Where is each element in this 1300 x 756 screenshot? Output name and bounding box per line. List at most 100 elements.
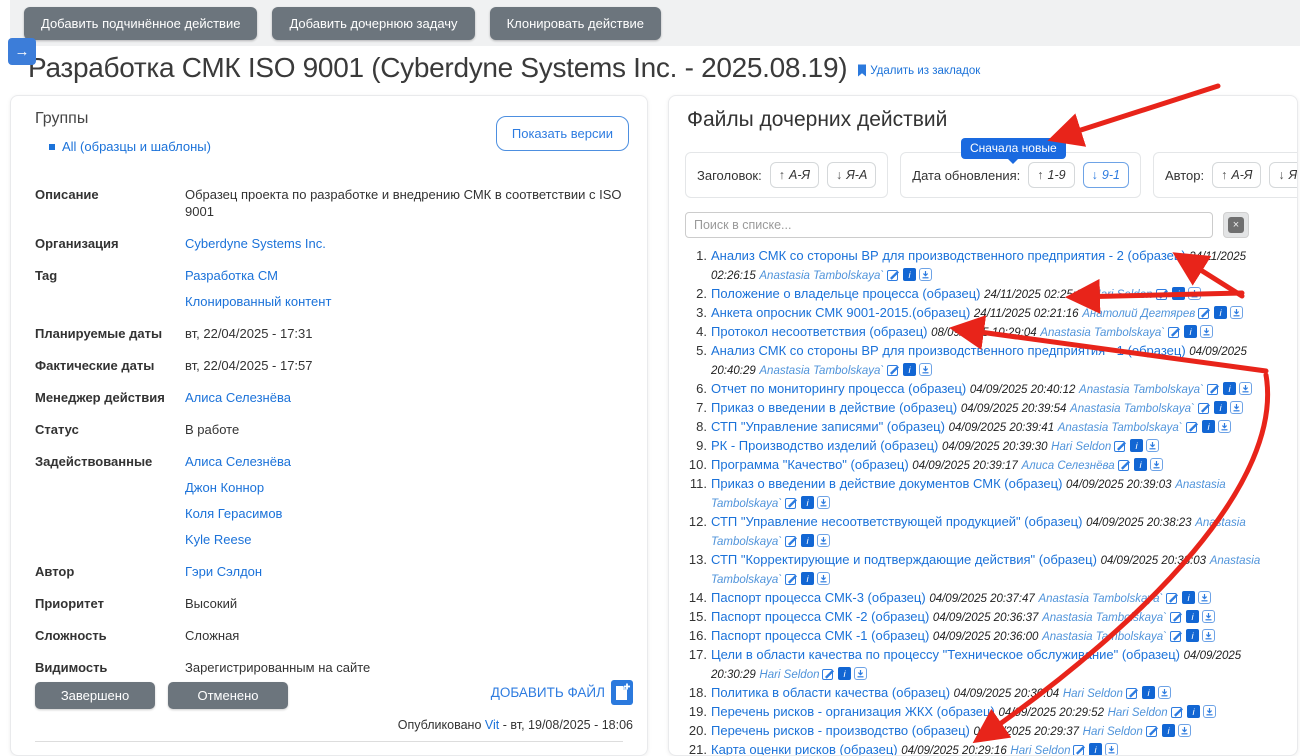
info-icon[interactable]: i <box>1222 382 1236 395</box>
file-author-link[interactable]: Hari Seldon <box>1051 441 1111 453</box>
sort-button[interactable]: ↓Я-А <box>1269 162 1297 188</box>
download-icon[interactable] <box>1201 629 1215 642</box>
download-icon[interactable] <box>919 363 933 376</box>
file-title-link[interactable]: Цели в области качества по процессу "Тех… <box>711 647 1180 662</box>
field-value-link[interactable]: Джон Коннор <box>185 479 627 496</box>
edit-icon[interactable] <box>1145 724 1159 737</box>
field-value-link[interactable]: Алиса Селезнёва <box>185 453 627 470</box>
file-author-link[interactable]: Anastasia Tambolskaya` <box>1042 631 1167 643</box>
file-title-link[interactable]: Карта оценки рисков (образец) <box>711 742 898 755</box>
field-value-link[interactable]: Алиса Селезнёва <box>185 389 627 406</box>
edit-icon[interactable] <box>1185 420 1199 433</box>
info-icon[interactable]: i <box>1171 287 1185 300</box>
download-icon[interactable] <box>919 268 933 281</box>
download-icon[interactable] <box>1229 401 1243 414</box>
file-title-link[interactable]: Приказ о введении в действие (образец) <box>711 400 957 415</box>
download-icon[interactable] <box>1200 325 1214 338</box>
edit-icon[interactable] <box>785 534 798 547</box>
file-title-link[interactable]: Анализ СМК со стороны ВР для производств… <box>711 248 1186 263</box>
file-author-link[interactable]: Anastasia Tambolskaya` <box>759 365 884 377</box>
edit-icon[interactable] <box>1166 591 1179 604</box>
info-icon[interactable]: i <box>1161 724 1175 737</box>
download-icon[interactable] <box>854 667 868 680</box>
edit-icon[interactable] <box>887 363 900 376</box>
file-author-link[interactable]: Anastasia Tambolskaya` <box>1070 403 1195 415</box>
sort-button[interactable]: ↑ 1-9 <box>1028 162 1075 188</box>
info-icon[interactable]: i <box>801 572 815 585</box>
info-icon[interactable]: i <box>838 667 852 680</box>
download-icon[interactable] <box>1149 458 1163 471</box>
info-icon[interactable]: i <box>801 496 815 509</box>
file-author-link[interactable]: Hari Seldon <box>1010 745 1070 755</box>
file-author-link[interactable]: Anastasia Tambolskaya` <box>1038 593 1163 605</box>
edit-icon[interactable] <box>1155 287 1169 300</box>
field-value-link[interactable]: Клонированный контент <box>185 293 627 310</box>
file-title-link[interactable]: РК - Производство изделий (образец) <box>711 438 938 453</box>
edit-icon[interactable] <box>1168 325 1181 338</box>
file-title-link[interactable]: СТП "Управление несоответствующей продук… <box>711 514 1082 529</box>
info-icon[interactable]: i <box>1141 686 1155 699</box>
file-author-link[interactable]: Hari Seldon <box>1083 726 1143 738</box>
file-title-link[interactable]: Программа "Качество" (образец) <box>711 457 909 472</box>
file-title-link[interactable]: Протокол несоответствия (образец) <box>711 324 928 339</box>
published-author-link[interactable]: Vit <box>485 718 499 732</box>
file-title-link[interactable]: Паспорт процесса СМК-3 (образец) <box>711 590 926 605</box>
edit-icon[interactable] <box>822 667 835 680</box>
file-title-link[interactable]: СТП "Управление записями" (образец) <box>711 419 945 434</box>
file-title-link[interactable]: Перечень рисков - организация ЖКХ (образ… <box>711 704 995 719</box>
info-icon[interactable]: i <box>903 268 917 281</box>
file-author-link[interactable]: Hari Seldon <box>759 669 819 681</box>
edit-icon[interactable] <box>1197 401 1211 414</box>
info-icon[interactable]: i <box>1130 439 1144 452</box>
file-author-link[interactable]: Анатолий Дегтярев <box>1082 308 1195 320</box>
edit-icon[interactable] <box>1073 743 1086 756</box>
cancel-button[interactable]: Отменено <box>168 682 288 709</box>
clone-action-button[interactable]: Клонировать действие <box>489 6 661 40</box>
remove-bookmark-link[interactable]: Удалить из закладок <box>857 64 980 77</box>
file-title-link[interactable]: Анализ СМК со стороны ВР для производств… <box>711 343 1186 358</box>
file-title-link[interactable]: Анкета опросник СМК 9001-2015.(образец) <box>711 305 970 320</box>
download-icon[interactable] <box>817 572 831 585</box>
file-title-link[interactable]: Политика в области качества (образец) <box>711 685 950 700</box>
edit-icon[interactable] <box>1198 306 1211 319</box>
download-icon[interactable] <box>1198 591 1212 604</box>
download-icon[interactable] <box>1157 686 1171 699</box>
sort-button[interactable]: ↑ А-Я <box>1212 162 1262 188</box>
edit-icon[interactable] <box>887 268 900 281</box>
edit-icon[interactable] <box>1114 439 1127 452</box>
edit-icon[interactable] <box>785 496 798 509</box>
download-icon[interactable] <box>1187 287 1201 300</box>
add-subordinate-action-button[interactable]: Добавить подчинённое действие <box>24 6 258 40</box>
info-icon[interactable]: i <box>1185 610 1199 623</box>
file-title-link[interactable]: СТП "Корректирующие и подтверждающие дей… <box>711 552 1097 567</box>
show-versions-button[interactable]: Показать версии <box>495 116 629 151</box>
info-icon[interactable]: i <box>801 534 815 547</box>
sort-button[interactable]: ↓ 9-1 <box>1082 162 1129 188</box>
file-author-link[interactable]: Anastasia Tambolskaya` <box>1040 327 1165 339</box>
download-icon[interactable] <box>1230 306 1244 319</box>
clear-search-button[interactable]: × <box>1223 212 1249 238</box>
file-title-link[interactable]: Паспорт процесса СМК -1 (образец) <box>711 628 929 643</box>
edit-icon[interactable] <box>1170 705 1184 718</box>
edit-icon[interactable] <box>785 572 798 585</box>
field-value-link[interactable]: Kyle Reese <box>185 531 627 548</box>
download-icon[interactable] <box>1217 420 1231 433</box>
info-icon[interactable]: i <box>1133 458 1147 471</box>
field-value-link[interactable]: Гэри Сэлдон <box>185 563 627 580</box>
info-icon[interactable]: i <box>1185 629 1199 642</box>
download-icon[interactable] <box>1238 382 1252 395</box>
file-author-link[interactable]: Anastasia Tambolskaya` <box>1079 384 1204 396</box>
info-icon[interactable]: i <box>1201 420 1215 433</box>
sort-button[interactable]: ↓Я-А <box>827 162 877 188</box>
info-icon[interactable]: i <box>1089 743 1103 756</box>
file-author-link[interactable]: Hari Seldon <box>1063 688 1123 700</box>
edit-icon[interactable] <box>1117 458 1131 471</box>
download-icon[interactable] <box>1146 439 1160 452</box>
group-link-all[interactable]: All (образцы и шаблоны) <box>62 139 211 154</box>
info-icon[interactable]: i <box>1213 401 1227 414</box>
field-value-link[interactable]: Cyberdyne Systems Inc. <box>185 235 627 252</box>
edit-icon[interactable] <box>1206 382 1220 395</box>
file-author-link[interactable]: Алиса Селезнёва <box>1021 460 1114 472</box>
info-icon[interactable]: i <box>1184 325 1198 338</box>
complete-button[interactable]: Завершено <box>35 682 155 709</box>
